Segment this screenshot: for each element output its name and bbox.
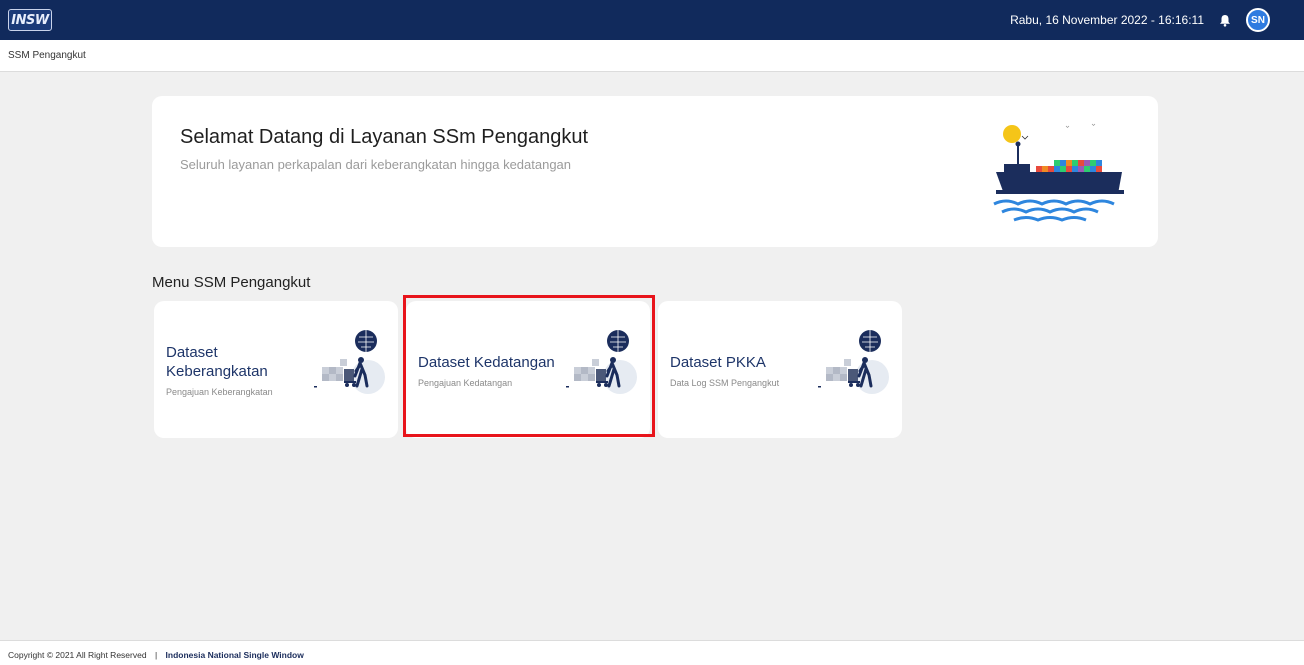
logo-text: INSW bbox=[11, 12, 49, 28]
card-subtitle: Pengajuan Keberangkatan bbox=[166, 387, 273, 397]
card-title: Dataset Keberangkatan bbox=[166, 343, 268, 381]
card-dataset-pkka[interactable]: Dataset PKKA Data Log SSM Pengangkut bbox=[658, 301, 902, 438]
breadcrumb[interactable]: SSM Pengangkut bbox=[8, 50, 86, 61]
welcome-subtitle: Seluruh layanan perkapalan dari keberang… bbox=[180, 157, 572, 172]
bell-icon[interactable] bbox=[1218, 13, 1232, 27]
top-navbar: INSW Rabu, 16 November 2022 - 16:16:11 S… bbox=[0, 0, 1304, 40]
menu-section-title: Menu SSM Pengangkut bbox=[152, 274, 311, 291]
footer-brand: Indonesia National Single Window bbox=[165, 650, 304, 660]
breadcrumb-bar: SSM Pengangkut bbox=[0, 40, 1304, 72]
footer: Copyright © 2021 All Right Reserved | In… bbox=[0, 640, 1304, 665]
footer-text: Copyright © 2021 All Right Reserved | In… bbox=[8, 650, 304, 660]
topbar-right: Rabu, 16 November 2022 - 16:16:11 SN bbox=[1010, 0, 1304, 40]
welcome-title: Selamat Datang di Layanan SSm Pengangkut bbox=[180, 126, 589, 148]
card-subtitle: Data Log SSM Pengangkut bbox=[670, 378, 780, 388]
copyright-text: Copyright © 2021 All Right Reserved bbox=[8, 650, 147, 660]
logistics-worker-illustration bbox=[566, 330, 637, 394]
current-datetime: Rabu, 16 November 2022 - 16:16:11 bbox=[1010, 13, 1204, 27]
card-title: Dataset PKKA bbox=[670, 354, 766, 371]
welcome-banner: Selamat Datang di Layanan SSm Pengangkut… bbox=[152, 96, 1158, 247]
card-title: Dataset Kedatangan bbox=[418, 354, 555, 371]
card-subtitle: Pengajuan Kedatangan bbox=[418, 378, 513, 388]
user-avatar[interactable]: SN bbox=[1246, 8, 1270, 32]
logistics-worker-illustration bbox=[314, 330, 385, 394]
card-title-line2: Keberangkatan bbox=[166, 363, 268, 380]
insw-logo[interactable]: INSW bbox=[8, 9, 52, 31]
cargo-ship-illustration bbox=[993, 123, 1124, 222]
card-title-line1: Dataset bbox=[166, 344, 218, 361]
card-dataset-kedatangan[interactable]: Dataset Kedatangan Pengajuan Kedatangan bbox=[406, 301, 650, 438]
logistics-worker-illustration bbox=[818, 330, 889, 394]
card-dataset-keberangkatan[interactable]: Dataset Keberangkatan Pengajuan Keberang… bbox=[154, 301, 398, 438]
footer-separator: | bbox=[154, 650, 158, 660]
